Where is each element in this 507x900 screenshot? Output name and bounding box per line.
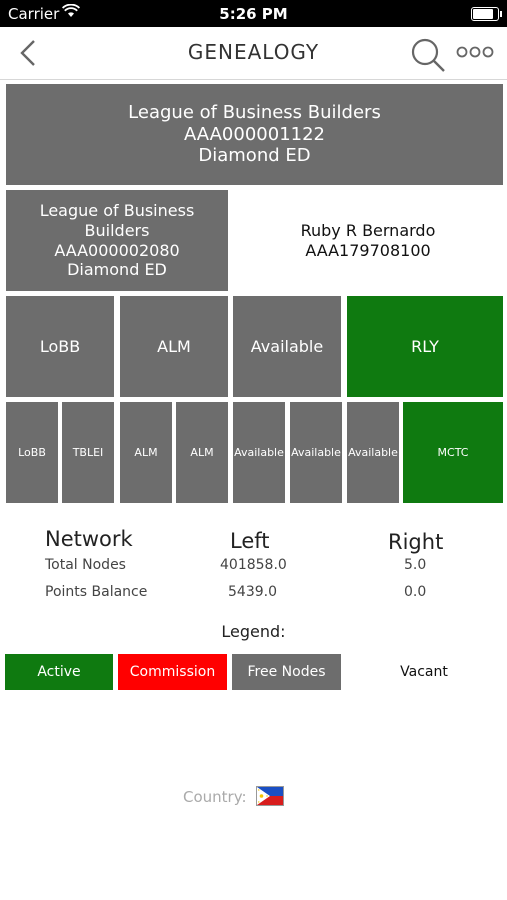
root-node-id: AAA000001122 bbox=[183, 123, 325, 145]
clock: 5:26 PM bbox=[219, 5, 288, 23]
search-button[interactable] bbox=[408, 35, 448, 75]
country-label: Country: bbox=[183, 788, 247, 806]
right-node-id: AAA179708100 bbox=[305, 240, 431, 260]
right-node-name: Ruby R Bernardo bbox=[300, 220, 436, 240]
legend-vacant: Vacant bbox=[346, 654, 502, 690]
legend-commission: Commission bbox=[118, 654, 227, 690]
points-balance-right: 0.0 bbox=[404, 584, 427, 600]
more-button[interactable] bbox=[455, 42, 495, 62]
level4-node[interactable]: Available bbox=[290, 402, 342, 503]
right-child-node[interactable]: Ruby R Bernardo AAA179708100 bbox=[233, 190, 503, 291]
status-bar: Carrier 5:26 PM bbox=[0, 0, 507, 27]
points-balance-left: 5439.0 bbox=[228, 584, 277, 600]
legend-active: Active bbox=[5, 654, 113, 690]
navigation-bar: GENEALOGY bbox=[0, 27, 507, 80]
root-node[interactable]: League of Business Builders AAA000001122… bbox=[6, 84, 503, 185]
right-header: Right bbox=[388, 530, 444, 554]
level4-node[interactable]: TBLEI bbox=[62, 402, 114, 503]
root-node-rank: Diamond ED bbox=[198, 145, 311, 167]
level4-node[interactable]: ALM bbox=[120, 402, 172, 503]
left-node-id: AAA000002080 bbox=[54, 240, 180, 260]
left-child-node[interactable]: League of Business Builders AAA000002080… bbox=[6, 190, 228, 291]
level3-node[interactable]: LoBB bbox=[6, 296, 114, 397]
search-icon bbox=[411, 38, 445, 72]
total-nodes-left: 401858.0 bbox=[220, 557, 287, 573]
legend-title: Legend: bbox=[221, 622, 286, 641]
level3-node[interactable]: Available bbox=[233, 296, 341, 397]
network-header: Network bbox=[45, 527, 133, 551]
level4-node[interactable]: MCTC bbox=[403, 402, 503, 503]
level4-node[interactable]: ALM bbox=[176, 402, 228, 503]
legend-free-nodes: Free Nodes bbox=[232, 654, 341, 690]
battery-icon bbox=[471, 7, 502, 21]
level4-node[interactable]: Available bbox=[233, 402, 285, 503]
battery-level bbox=[473, 9, 493, 19]
total-nodes-label: Total Nodes bbox=[45, 557, 126, 573]
root-node-name: League of Business Builders bbox=[128, 101, 381, 123]
philippines-flag-icon bbox=[256, 786, 284, 806]
left-header: Left bbox=[230, 529, 270, 553]
level4-node[interactable]: Available bbox=[347, 402, 399, 503]
level3-node[interactable]: RLY bbox=[347, 296, 503, 397]
left-node-rank: Diamond ED bbox=[67, 260, 167, 280]
more-horizontal-icon bbox=[456, 46, 494, 58]
level4-node[interactable]: LoBB bbox=[6, 402, 58, 503]
left-node-name: League of Business Builders bbox=[39, 201, 195, 240]
level3-node[interactable]: ALM bbox=[120, 296, 228, 397]
total-nodes-right: 5.0 bbox=[404, 557, 427, 573]
points-balance-label: Points Balance bbox=[45, 584, 148, 600]
